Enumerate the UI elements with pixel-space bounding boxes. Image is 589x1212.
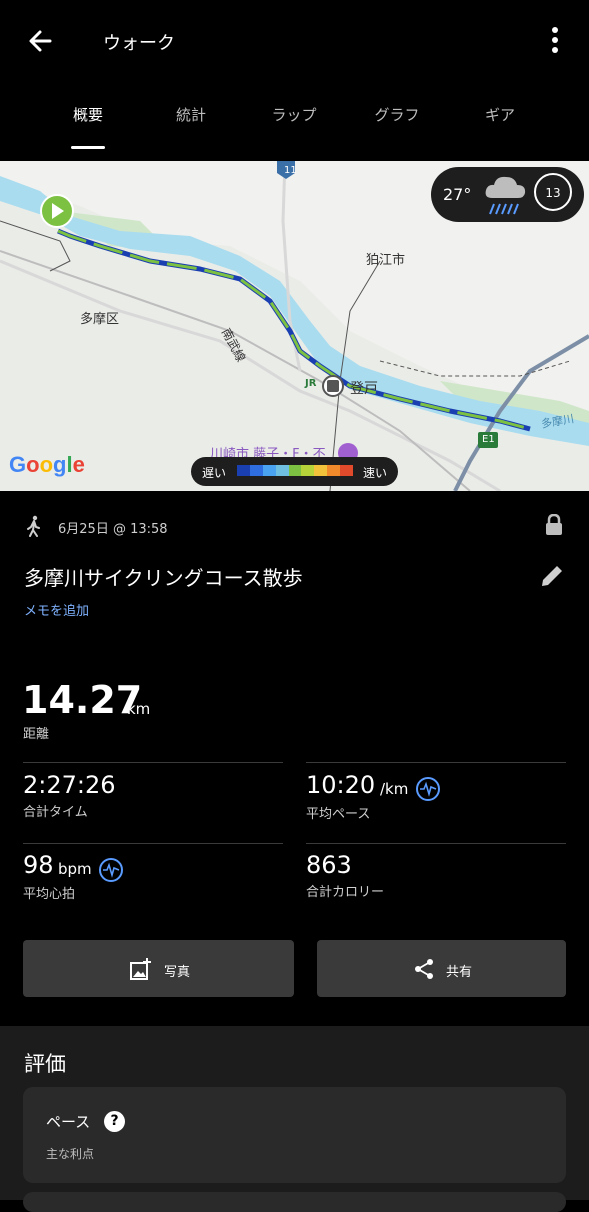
activity-name: 多摩川サイクリングコース散歩 [24,566,303,590]
lock-icon[interactable] [544,513,564,536]
active-tab-indicator [71,146,105,149]
total-time-label: 合計タイム [23,805,88,820]
pace-card-title: ペース [46,1113,91,1131]
pace-chart-icon[interactable] [416,777,440,801]
distance-label: 距離 [23,727,50,742]
speed-color-segment [249,465,263,476]
activity-date: 6月25日 @ 13:58 [58,522,168,537]
tab-stats[interactable]: 統計 [136,104,246,125]
rain-cloud-icon [482,172,528,216]
divider [23,762,283,763]
temperature: 27° [443,185,472,204]
speed-color-segment [301,465,315,476]
avg-hr-unit: bpm [58,860,92,878]
distance-unit: km [127,700,151,718]
speed-slow-label: 遅い [202,466,227,480]
pace-evaluation-card[interactable] [23,1087,566,1183]
tab-graph[interactable]: グラフ [342,104,452,125]
add-photo-icon [130,958,152,980]
avg-pace-label: 平均ペース [306,807,371,822]
page-title: ウォーク [103,33,175,54]
speed-color-segment [288,465,302,476]
speed-color-bar [237,465,354,476]
speed-color-segment [340,465,354,476]
route-11-label: 11 [284,165,297,176]
help-icon[interactable]: ? [104,1111,125,1132]
total-time-value: 2:27:26 [23,771,116,799]
avg-hr-label: 平均心拍 [23,887,76,902]
jr-label: JR [305,378,317,389]
heart-rate-chart-icon[interactable] [99,858,123,882]
add-photo-button[interactable] [23,940,294,997]
avg-pace-value: 10:20 [306,771,376,799]
divider [23,843,283,844]
evaluation-title: 評価 [24,1052,66,1076]
more-options-icon[interactable] [540,20,570,60]
walk-icon [24,515,44,537]
next-evaluation-card[interactable] [23,1192,566,1212]
divider [306,762,566,763]
divider [306,843,566,844]
calories-label: 合計カロリー [306,885,385,900]
speed-color-segment [314,465,328,476]
speed-color-segment [327,465,341,476]
share-label: 共有 [446,965,473,980]
noborito-label: 登戸 [350,381,378,397]
speed-color-segment [275,465,289,476]
tab-overview[interactable]: 概要 [33,104,143,125]
speed-color-segment [262,465,276,476]
wind-speed: 13 [545,186,561,200]
edit-pencil-icon[interactable] [539,563,565,589]
photo-label: 写真 [164,965,191,980]
pace-card-subtitle: 主な利点 [46,1147,95,1161]
avg-hr-value: 98 [23,851,54,879]
add-memo-link[interactable]: メモを追加 [24,600,89,619]
e1-label: E1 [482,434,495,445]
share-icon [413,958,435,980]
back-arrow-icon[interactable] [20,22,60,62]
share-button[interactable] [317,940,566,997]
tab-gear[interactable]: ギア [445,104,555,125]
tama-label: 多摩区 [80,312,120,327]
komae-label: 狛江市 [366,253,406,268]
tab-laps[interactable]: ラップ [239,104,349,125]
calories-value: 863 [306,851,352,879]
avg-pace-unit: /km [380,780,409,798]
speed-fast-label: 速い [363,466,388,480]
distance-value: 14.27 [22,678,143,722]
google-logo: Google [9,452,85,477]
speed-color-segment [237,465,250,476]
app-header [0,0,589,82]
